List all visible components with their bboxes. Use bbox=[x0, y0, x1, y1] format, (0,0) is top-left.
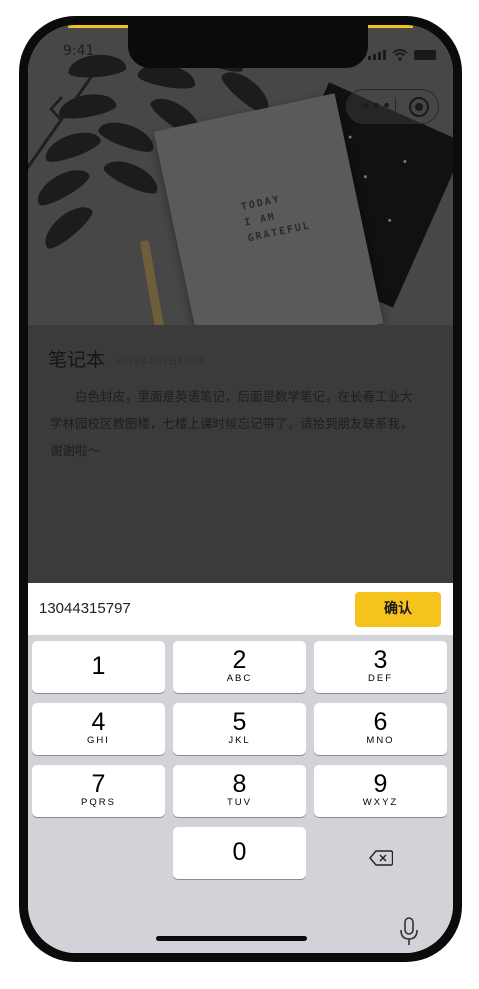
key-number: 1 bbox=[91, 652, 106, 680]
wifi-icon bbox=[392, 49, 408, 61]
key-letters: TUV bbox=[227, 797, 252, 808]
backspace-icon[interactable] bbox=[369, 850, 393, 866]
note-date: 2019年4月2日13:24 bbox=[116, 357, 204, 367]
back-icon[interactable] bbox=[48, 95, 66, 122]
key-7[interactable]: 7 PQRS bbox=[32, 765, 165, 817]
key-6[interactable]: 6 MNO bbox=[314, 703, 447, 755]
pen bbox=[139, 239, 166, 325]
key-letters: JKL bbox=[228, 735, 251, 746]
leaf bbox=[37, 198, 97, 254]
note-photo: TODAY I AM GRATEFUL bbox=[28, 25, 453, 325]
status-icons bbox=[368, 49, 436, 61]
key-letters: DEF bbox=[368, 673, 393, 684]
key-number: 3 bbox=[373, 646, 388, 674]
key-9[interactable]: 9 WXYZ bbox=[314, 765, 447, 817]
accent-strip bbox=[68, 25, 128, 28]
key-number: 6 bbox=[373, 708, 388, 736]
numeric-keypad: 1 2 ABC 3 DEF 4 GHI 5 JKL 6 MNO 7 PQRS 8… bbox=[28, 635, 453, 953]
key-number: 8 bbox=[232, 770, 247, 798]
signal-icon bbox=[368, 50, 386, 60]
more-icon[interactable]: ••• bbox=[361, 98, 392, 114]
phone-input-bar: 13044315797 确认 bbox=[28, 583, 453, 635]
leaf bbox=[31, 161, 93, 211]
phone-frame: TODAY I AM GRATEFUL 9:41 ••• 笔记本 2019年4月… bbox=[19, 16, 462, 962]
key-number: 2 bbox=[232, 646, 247, 674]
key-3[interactable]: 3 DEF bbox=[314, 641, 447, 693]
leaf bbox=[101, 153, 163, 199]
phone-input[interactable]: 13044315797 bbox=[39, 600, 131, 617]
key-letters: MNO bbox=[366, 735, 395, 746]
notch bbox=[128, 25, 368, 68]
key-letters: PQRS bbox=[81, 797, 116, 808]
battery-icon bbox=[414, 50, 436, 60]
key-2[interactable]: 2 ABC bbox=[173, 641, 306, 693]
key-5[interactable]: 5 JKL bbox=[173, 703, 306, 755]
notebook-cover-text: TODAY I AM GRATEFUL bbox=[240, 187, 313, 247]
key-letters: GHI bbox=[87, 735, 110, 746]
key-number: 7 bbox=[91, 770, 106, 798]
accent-strip bbox=[368, 25, 413, 28]
dot bbox=[402, 159, 407, 164]
key-1[interactable]: 1 bbox=[32, 641, 165, 693]
key-4[interactable]: 4 GHI bbox=[32, 703, 165, 755]
dot bbox=[348, 135, 353, 140]
key-number: 4 bbox=[91, 708, 106, 736]
key-0[interactable]: 0 bbox=[173, 827, 306, 879]
dot bbox=[363, 174, 368, 179]
note-content: 笔记本 2019年4月2日13:24 白色封皮，里面是英语笔记，后面是数学笔记，… bbox=[28, 325, 453, 583]
close-target-icon[interactable] bbox=[409, 97, 429, 117]
key-letters: WXYZ bbox=[362, 797, 399, 808]
key-number: 0 bbox=[232, 838, 247, 866]
capsule-divider bbox=[395, 98, 396, 115]
leaf bbox=[95, 115, 159, 157]
key-letters: ABC bbox=[226, 673, 253, 684]
status-time: 9:41 bbox=[63, 43, 95, 59]
key-number: 5 bbox=[232, 708, 247, 736]
note-description: 白色封皮，里面是英语笔记，后面是数学笔记，在长春工业大学林园校区教图楼，七楼上课… bbox=[50, 389, 413, 458]
home-indicator[interactable] bbox=[156, 936, 307, 941]
confirm-button[interactable]: 确认 bbox=[355, 592, 441, 627]
key-8[interactable]: 8 TUV bbox=[173, 765, 306, 817]
microphone-icon[interactable] bbox=[399, 917, 419, 947]
screen: TODAY I AM GRATEFUL 9:41 ••• 笔记本 2019年4月… bbox=[28, 25, 453, 953]
note-title: 笔记本 bbox=[48, 349, 106, 371]
dot bbox=[387, 218, 392, 223]
miniprogram-capsule: ••• bbox=[346, 89, 439, 124]
key-number: 9 bbox=[373, 770, 388, 798]
